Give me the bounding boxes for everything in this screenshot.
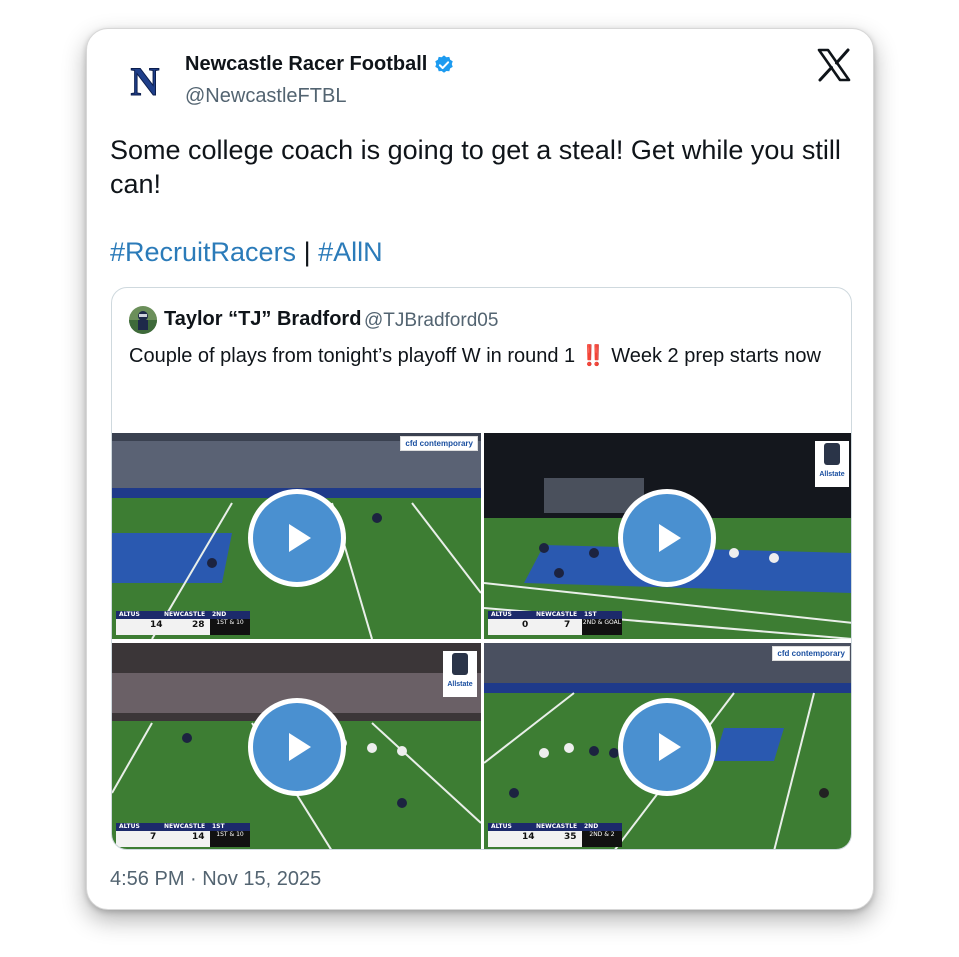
- home-team: NEWCASTLE: [164, 823, 206, 830]
- scoreboard: ALTUSNEWCASTLE1ST QUARTER 07 2ND & GOAL: [488, 611, 622, 635]
- sponsor-logo: Allstate: [443, 651, 477, 697]
- quote-text: Couple of plays from tonight’s playoff W…: [129, 342, 839, 371]
- away-score: 0: [522, 620, 529, 630]
- sponsor-label: Allstate: [819, 471, 845, 478]
- away-score: 7: [150, 832, 157, 842]
- quote-text-main: Couple of plays from tonight’s playoff W…: [129, 345, 576, 367]
- verified-badge-icon: [435, 54, 454, 73]
- tweet-text: Some college coach is going to get a ste…: [110, 135, 841, 199]
- play-button[interactable]: [248, 489, 346, 587]
- newcastle-logo-avatar[interactable]: N: [125, 59, 165, 101]
- scoreboard: ALTUSNEWCASTLE2ND QUARTER 1435 2ND & 2: [488, 823, 622, 847]
- author-row: Newcastle Racer Football: [185, 53, 455, 76]
- author-handle[interactable]: @NewcastleFTBL: [185, 85, 346, 108]
- sponsor-logo: cfd contemporary: [772, 646, 850, 661]
- play-icon: [659, 524, 681, 552]
- play-icon: [289, 524, 311, 552]
- down-distance: 2ND & GOAL: [582, 619, 622, 635]
- quote-author-handle[interactable]: @TJBradford05: [364, 310, 498, 332]
- away-team: ALTUS: [491, 611, 512, 618]
- tweet-timestamp[interactable]: 4:56 PM · Nov 15, 2025: [110, 868, 321, 891]
- x-logo-icon[interactable]: [816, 47, 852, 83]
- hashtag-separator: |: [303, 237, 311, 267]
- tweet-card: N Newcastle Racer Football @NewcastleFTB…: [86, 28, 874, 910]
- video-thumbnail-4[interactable]: cfd contemporary ALTUSNEWCASTLE2ND QUART…: [484, 643, 851, 849]
- play-button[interactable]: [618, 698, 716, 796]
- sponsor-logo: cfd contemporary: [400, 436, 478, 451]
- sponsor-label: Allstate: [447, 681, 473, 688]
- home-score: 14: [192, 832, 205, 842]
- quoted-tweet[interactable]: Taylor “TJ” Bradford @TJBradford05 Coupl…: [111, 287, 852, 850]
- away-team: ALTUS: [119, 611, 140, 618]
- play-icon: [659, 733, 681, 761]
- quote-author-name[interactable]: Taylor “TJ” Bradford: [164, 308, 361, 331]
- down-distance: 1ST & 10: [210, 619, 250, 635]
- scoreboard: ALTUSNEWCASTLE1ST QUARTER 714 1ST & 10: [116, 823, 250, 847]
- home-team: NEWCASTLE: [164, 611, 206, 618]
- away-team: ALTUS: [119, 823, 140, 830]
- author-display-name[interactable]: Newcastle Racer Football: [185, 53, 427, 76]
- away-team: ALTUS: [491, 823, 512, 830]
- video-thumbnail-1[interactable]: cfd contemporary ALTUSNEWCASTLE2ND QUART…: [112, 433, 481, 639]
- home-score: 7: [564, 620, 571, 630]
- play-button[interactable]: [248, 698, 346, 796]
- home-score: 35: [564, 832, 577, 842]
- home-team: NEWCASTLE: [536, 823, 578, 830]
- quote-text-tail: Week 2 prep starts now: [605, 345, 821, 367]
- play-icon: [289, 733, 311, 761]
- sponsor-logo: Allstate: [815, 441, 849, 487]
- video-thumbnail-2[interactable]: Allstate ALTUSNEWCASTLE1ST QUARTER 07 2N…: [484, 433, 851, 639]
- hashtag-alln[interactable]: #AllN: [318, 237, 383, 267]
- video-media-grid: cfd contemporary ALTUSNEWCASTLE2ND QUART…: [112, 433, 851, 849]
- down-distance: 2ND & 2: [582, 831, 622, 847]
- down-distance: 1ST & 10: [210, 831, 250, 847]
- away-score: 14: [150, 620, 163, 630]
- double-exclamation-emoji: ‼️: [580, 345, 606, 367]
- hashtag-row: #RecruitRacers | #AllN: [110, 235, 383, 269]
- hashtag-recruitracers[interactable]: #RecruitRacers: [110, 237, 296, 267]
- avatar-letter: N: [131, 59, 160, 101]
- away-score: 14: [522, 832, 535, 842]
- home-team: NEWCASTLE: [536, 611, 578, 618]
- quote-author-avatar[interactable]: [129, 306, 157, 334]
- home-score: 28: [192, 620, 205, 630]
- video-thumbnail-3[interactable]: Allstate ALTUSNEWCASTLE1ST QUARTER 714 1…: [112, 643, 481, 849]
- scoreboard: ALTUSNEWCASTLE2ND QUARTER 1428 1ST & 10: [116, 611, 250, 635]
- play-button[interactable]: [618, 489, 716, 587]
